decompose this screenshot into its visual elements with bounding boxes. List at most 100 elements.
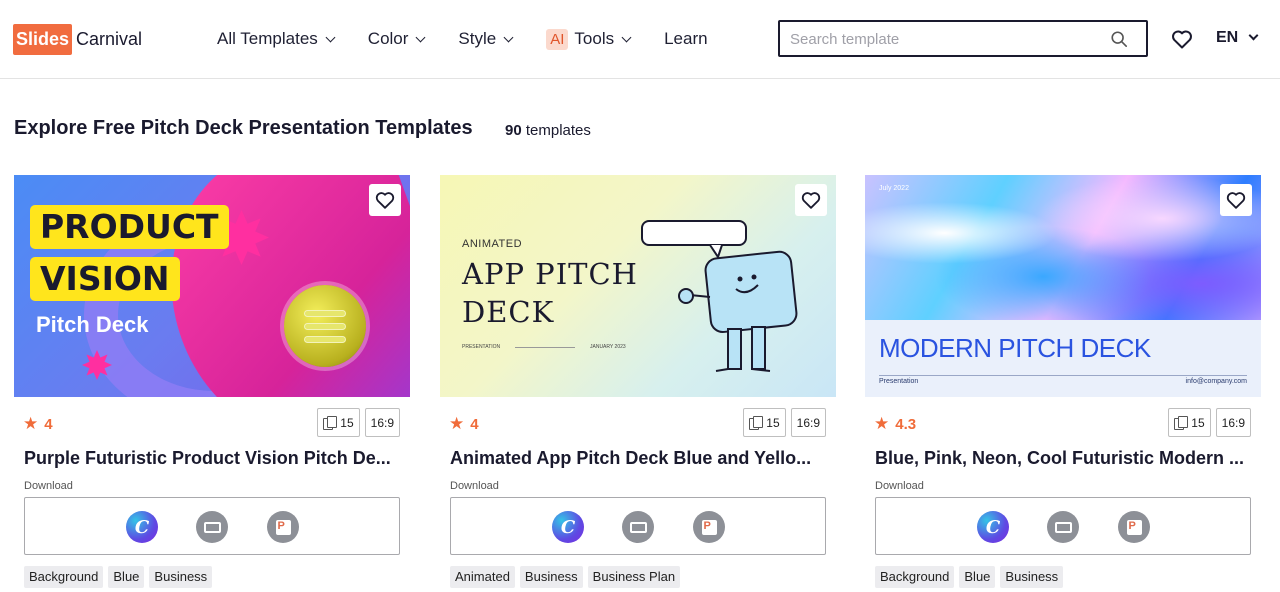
- search-icon[interactable]: [1110, 30, 1128, 48]
- google-slides-icon[interactable]: [196, 511, 228, 543]
- card-badges: 15 16:9: [1163, 408, 1251, 437]
- download-options: C: [875, 497, 1251, 555]
- card-title[interactable]: Blue, Pink, Neon, Cool Futuristic Modern…: [875, 448, 1255, 469]
- download-label: Download: [875, 480, 924, 492]
- card-meta: ★ 4 15 16:9: [449, 408, 826, 438]
- google-slides-icon[interactable]: [1047, 511, 1079, 543]
- tag[interactable]: Background: [875, 566, 955, 588]
- card-meta: ★ 4 15 16:9: [23, 408, 400, 438]
- favorite-button[interactable]: [1220, 184, 1252, 216]
- tag-list: Animated Business Business Plan: [450, 566, 685, 588]
- template-card[interactable]: ANIMATED APP PITCH DECK PRESENTATION JAN…: [440, 175, 836, 588]
- heart-icon: [801, 192, 821, 209]
- nav-label: Tools: [574, 29, 615, 48]
- logo-text: Carnival: [76, 28, 143, 49]
- slides-count: 15: [1191, 415, 1205, 430]
- tag[interactable]: Business Plan: [587, 566, 681, 588]
- tag-list: Background Blue Business: [24, 566, 217, 588]
- google-slides-icon[interactable]: [622, 511, 654, 543]
- tag[interactable]: Blue: [959, 566, 996, 588]
- star-icon: ★: [874, 414, 890, 433]
- copy-icon: [749, 416, 764, 430]
- heart-icon: [1226, 192, 1246, 209]
- favorite-button[interactable]: [795, 184, 827, 216]
- language-selector[interactable]: EN: [1216, 29, 1259, 47]
- chevron-down-icon: [503, 32, 514, 42]
- template-card[interactable]: July 2022 MODERN PITCH DECK Presentation…: [865, 175, 1261, 588]
- thumb-small-label: ANIMATED: [462, 238, 523, 250]
- tag[interactable]: Business: [1000, 566, 1064, 588]
- character-illustration: [641, 220, 798, 372]
- tag[interactable]: Background: [24, 566, 104, 588]
- nav-learn[interactable]: Learn: [664, 29, 707, 49]
- nav-label: Learn: [664, 29, 708, 48]
- aspect-ratio-badge: 16:9: [790, 408, 826, 437]
- chevron-down-icon: [621, 32, 632, 42]
- rating-value: 4: [470, 415, 479, 433]
- favorite-button[interactable]: [369, 184, 401, 216]
- thumb-title-line: APP PITCH: [462, 257, 638, 291]
- star-icon: ★: [23, 414, 39, 433]
- page-title: Explore Free Pitch Deck Presentation Tem…: [14, 117, 473, 139]
- template-thumbnail[interactable]: July 2022 MODERN PITCH DECK Presentation…: [865, 175, 1261, 397]
- template-count: 90 templates: [505, 122, 591, 139]
- thumb-footer-right: JANUARY 2023: [590, 344, 626, 350]
- copy-icon: [1174, 416, 1189, 430]
- tag[interactable]: Blue: [108, 566, 145, 588]
- nav-color[interactable]: Color: [368, 29, 426, 49]
- site-header: Slides Carnival All Templates Color Styl…: [0, 0, 1280, 79]
- rating: ★ 4.3: [874, 414, 916, 434]
- favorites-heart-icon[interactable]: [1170, 27, 1194, 51]
- decor-menu-ball: [284, 285, 366, 367]
- tag[interactable]: Business: [149, 566, 213, 588]
- thumb-label: VISION: [30, 257, 180, 301]
- thumb-title: MODERN PITCH DECK: [879, 333, 1151, 363]
- thumb-label: PRODUCT: [30, 205, 229, 249]
- rating-value: 4: [44, 415, 53, 433]
- canva-icon[interactable]: C: [977, 511, 1009, 543]
- language-label: EN: [1216, 29, 1239, 46]
- chevron-down-icon: [325, 32, 336, 42]
- powerpoint-icon[interactable]: [1118, 511, 1150, 543]
- heart-icon: [375, 192, 395, 209]
- tag[interactable]: Business: [519, 566, 583, 588]
- nav-ai-tools[interactable]: AI Tools: [546, 28, 632, 50]
- thumb-rule: [879, 375, 1247, 376]
- canva-icon[interactable]: C: [126, 511, 158, 543]
- thumb-title-line: DECK: [462, 295, 555, 329]
- canva-icon[interactable]: C: [552, 511, 584, 543]
- thumb-subtitle: Pitch Deck: [36, 312, 149, 337]
- search-box: [778, 20, 1148, 57]
- powerpoint-icon[interactable]: [693, 511, 725, 543]
- decor-star: [82, 350, 112, 380]
- chevron-down-icon: [415, 32, 426, 42]
- card-badges: 15 16:9: [738, 408, 826, 437]
- template-thumbnail[interactable]: PRODUCT VISION Pitch Deck: [14, 175, 410, 397]
- tag[interactable]: Animated: [450, 566, 515, 588]
- download-options: C: [24, 497, 400, 555]
- slides-count: 15: [766, 415, 780, 430]
- main-nav: All Templates Color Style AI Tools Learn: [217, 26, 742, 52]
- nav-all-templates[interactable]: All Templates: [217, 29, 336, 49]
- card-title[interactable]: Purple Futuristic Product Vision Pitch D…: [24, 448, 404, 469]
- logo[interactable]: Slides Carnival: [13, 23, 142, 55]
- rating-value: 4.3: [895, 415, 917, 433]
- slides-count: 15: [340, 415, 354, 430]
- nav-label: Style: [458, 29, 497, 48]
- download-options: C: [450, 497, 826, 555]
- nav-style[interactable]: Style: [458, 29, 514, 49]
- thumb-footer-line: [515, 347, 575, 348]
- thumb-footer-left: PRESENTATION: [462, 344, 501, 350]
- slides-count-badge: 15: [1168, 408, 1211, 437]
- search-input[interactable]: [790, 28, 1100, 50]
- card-title[interactable]: Animated App Pitch Deck Blue and Yello..…: [450, 448, 830, 469]
- rating: ★ 4: [23, 414, 53, 434]
- template-count-number: 90: [505, 122, 522, 139]
- template-card[interactable]: PRODUCT VISION Pitch Deck ★ 4 15 16:9 Pu…: [14, 175, 410, 588]
- chevron-down-icon: [1248, 30, 1259, 41]
- template-count-label: templates: [525, 122, 591, 139]
- template-thumbnail[interactable]: ANIMATED APP PITCH DECK PRESENTATION JAN…: [440, 175, 836, 397]
- thumb-date: July 2022: [879, 185, 909, 192]
- powerpoint-icon[interactable]: [267, 511, 299, 543]
- slides-count-badge: 15: [743, 408, 786, 437]
